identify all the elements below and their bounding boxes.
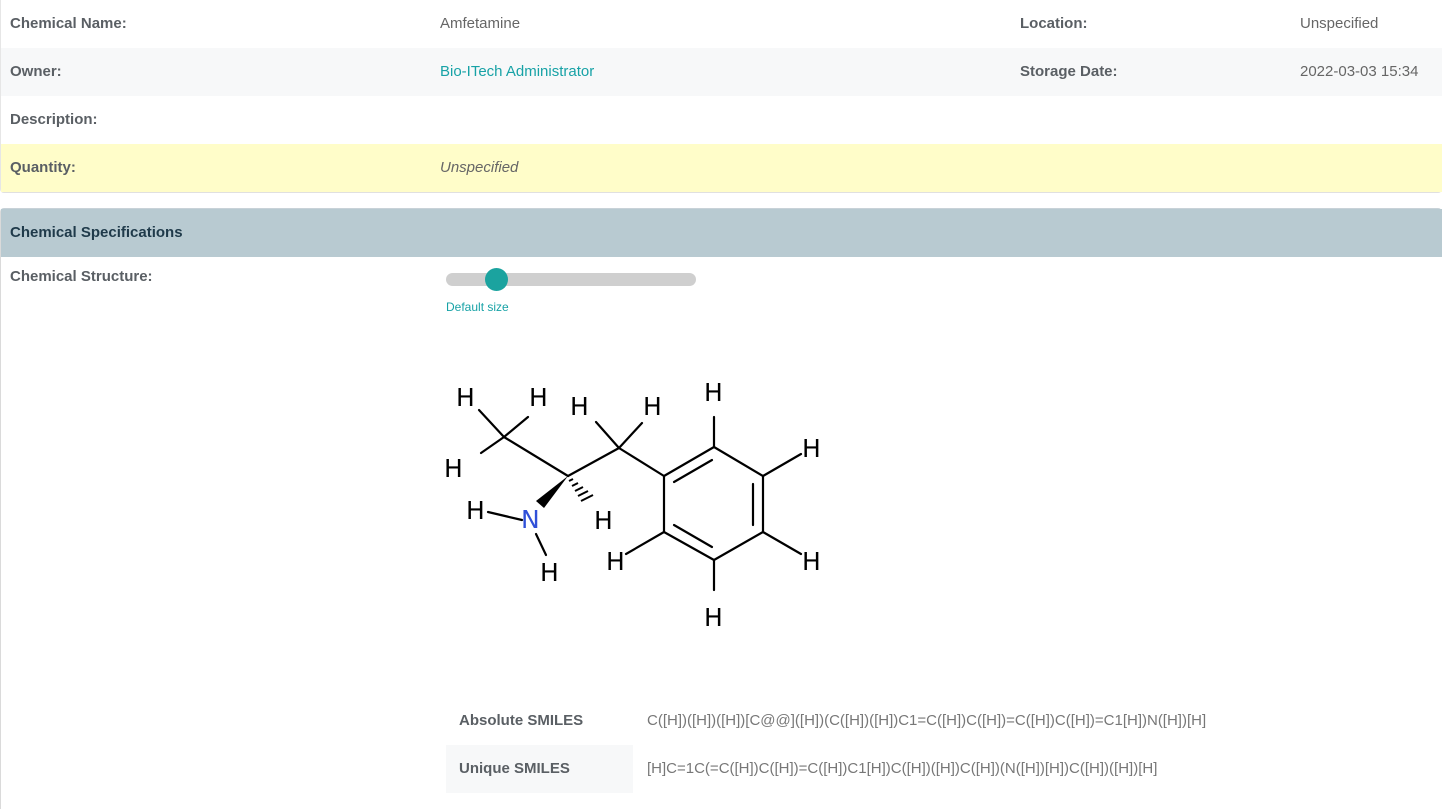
specifications-title: Chemical Specifications: [10, 224, 183, 241]
chemical-name-value: Amfetamine: [440, 15, 521, 32]
smiles-row-unique: Unique SMILES [H]C=1C(=C([H])C([H])=C([H…: [446, 745, 1246, 793]
quantity-label: Quantity:: [10, 159, 76, 176]
smiles-table: Absolute SMILES C([H])([H])([H])[C@@]([H…: [446, 697, 1246, 793]
atom-h-label: H: [704, 378, 723, 407]
smiles-row-absolute: Absolute SMILES C([H])([H])([H])[C@@]([H…: [446, 697, 1246, 745]
atom-h-label: H: [802, 547, 821, 576]
atom-h-label: H: [570, 392, 589, 421]
storage-date-value: 2022-03-03 15:34: [1300, 63, 1419, 80]
atom-h-label: H: [643, 392, 662, 421]
chemical-details-panel: Chemical Name: Amfetamine Location: Unsp…: [0, 0, 1442, 193]
description-label: Description:: [10, 111, 98, 128]
default-size-link[interactable]: Default size: [446, 300, 509, 314]
atom-h-label: H: [456, 383, 475, 412]
specifications-header: Chemical Specifications: [1, 209, 1442, 257]
owner-label: Owner:: [10, 63, 62, 80]
atom-h-label: H: [444, 454, 463, 483]
atom-h-label: H: [466, 496, 485, 525]
absolute-smiles-label: Absolute SMILES: [459, 712, 584, 729]
atom-h-label: H: [802, 434, 821, 463]
unique-smiles-value: [H]C=1C(=C([H])C([H])=C([H])C1[H])C([H])…: [647, 760, 1158, 777]
chemical-structure-label: Chemical Structure:: [10, 268, 153, 285]
atom-h-label: H: [594, 506, 613, 535]
row-chemical-name: Chemical Name: Amfetamine Location: Unsp…: [1, 0, 1442, 48]
unique-smiles-label: Unique SMILES: [446, 745, 633, 793]
atom-h-label: H: [529, 383, 548, 412]
atom-h-label: H: [606, 547, 625, 576]
chemical-structure-image: H H H H H H H H H H H H H N: [444, 378, 821, 632]
owner-link[interactable]: Bio-ITech Administrator: [440, 48, 594, 96]
row-description: Description:: [1, 96, 1442, 144]
quantity-value: Unspecified: [440, 159, 519, 176]
location-value: Unspecified: [1300, 15, 1379, 32]
atom-h-label: H: [540, 558, 559, 587]
structure-size-slider[interactable]: [446, 273, 696, 286]
chemical-name-label: Chemical Name:: [10, 15, 127, 32]
row-owner: Owner: Bio-ITech Administrator Storage D…: [1, 48, 1442, 96]
row-quantity: Quantity: Unspecified: [1, 144, 1442, 192]
structure-size-slider-thumb[interactable]: [484, 268, 508, 291]
atom-h-label: H: [704, 603, 723, 632]
storage-date-label: Storage Date:: [1020, 63, 1118, 80]
atom-n-label: N: [521, 505, 540, 534]
location-label: Location:: [1020, 15, 1088, 32]
absolute-smiles-value: C([H])([H])([H])[C@@]([H])(C([H])([H])C1…: [647, 712, 1207, 729]
